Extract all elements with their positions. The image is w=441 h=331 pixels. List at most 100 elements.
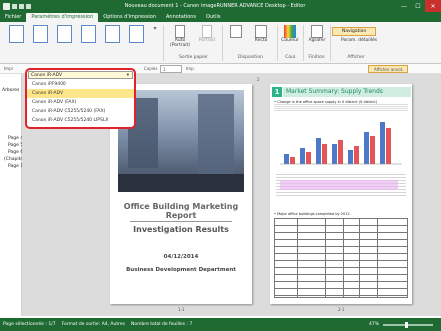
- page-auto-icon: [175, 25, 185, 38]
- gallery-scroll[interactable]: ▾: [150, 25, 160, 32]
- printer-option[interactable]: Canon iR-ADV C5255/5240 LIPSLX: [27, 116, 134, 125]
- color-icon: [284, 25, 296, 38]
- tab-print-settings[interactable]: Paramètres d'impression: [26, 13, 99, 22]
- staple-icon: [311, 25, 323, 38]
- printer-select[interactable]: Canon iR-ADV ▾: [28, 71, 133, 79]
- ribbon-tabs: Fichier Paramètres d'impression Options …: [0, 12, 441, 22]
- navigator-label: Arbores: [2, 88, 20, 93]
- tab-outils[interactable]: Outils: [201, 13, 225, 22]
- layout-button[interactable]: [227, 25, 245, 38]
- printer-option[interactable]: Canon iR-ADV (FAX): [27, 98, 134, 107]
- printer-dropdown[interactable]: Canon iR-ADV ▾ Canon iPF9400 Canon iR-AD…: [25, 68, 136, 129]
- chevron-down-icon: ▾: [126, 72, 129, 78]
- body-text: [274, 104, 408, 112]
- tab-annotations[interactable]: Annotations: [161, 13, 201, 22]
- preview-page-2[interactable]: 1 Market Summary: Supply Trends • Change…: [270, 84, 412, 304]
- window-title: Nouveau document 1 - Canon imageRUNNER A…: [124, 3, 306, 9]
- finition-label: Finition: [308, 55, 325, 60]
- cover-department: Business Development Department: [126, 267, 236, 273]
- copies-value: 1: [163, 67, 166, 72]
- building-shape: [198, 94, 234, 174]
- printer-option[interactable]: Canon iPF9400: [27, 80, 134, 89]
- save-quick-icon[interactable]: [12, 3, 17, 9]
- color-button[interactable]: Couleur: [281, 25, 299, 43]
- printer-option[interactable]: Canon iR-ADV C5255/5240 (FAX): [27, 107, 134, 116]
- table-column: [325, 219, 326, 297]
- divider: [130, 221, 232, 222]
- preset-icon: [8, 25, 24, 43]
- printer-label: Impr: [4, 66, 14, 71]
- orientation-portrait-button[interactable]: Portrait: [195, 25, 219, 43]
- table-column: [297, 219, 298, 297]
- status-format: Format de sortie: A4, Autres: [61, 322, 125, 327]
- preset-button-6[interactable]: [126, 25, 146, 43]
- minimize-button[interactable]: —: [397, 0, 411, 12]
- tree-item-page4[interactable]: Page 4: [8, 136, 23, 141]
- navigation-label: Navigation: [342, 29, 367, 34]
- preset-icon-4: [80, 25, 96, 43]
- app-icon: [3, 2, 10, 10]
- separator: [222, 25, 223, 61]
- redo-quick-icon[interactable]: [26, 3, 31, 9]
- staple-label: Agrafer: [308, 38, 326, 43]
- preset-button-4[interactable]: [78, 25, 98, 43]
- tab-print-options[interactable]: Options d'impression: [98, 13, 161, 22]
- status-pages: Page sélectionnée : 1/7: [3, 322, 56, 327]
- coul-label: Coul.: [285, 55, 297, 60]
- tab-fichier[interactable]: Fichier: [0, 13, 26, 22]
- print-button[interactable]: Imp.: [186, 65, 208, 73]
- duplex-icon: [255, 25, 267, 38]
- separator: [330, 25, 331, 61]
- editor-window: Nouveau document 1 - Canon imageRUNNER A…: [0, 0, 441, 331]
- printer-option[interactable]: Canon iR-ADV: [27, 89, 134, 98]
- preset-icon-2: [32, 25, 48, 43]
- preset-button-5[interactable]: [102, 25, 122, 43]
- print-label: Imp.: [186, 66, 195, 71]
- zoom-slider[interactable]: [383, 321, 433, 328]
- copies-input[interactable]: 1: [160, 65, 182, 73]
- orientation-portrait-label: Portrait: [198, 38, 216, 43]
- undo-quick-icon[interactable]: [19, 3, 24, 9]
- tree-item-page6[interactable]: Page 6: [8, 150, 23, 155]
- table-column: [343, 219, 344, 297]
- zoom-level: 47%: [368, 322, 379, 327]
- layout-icon: [230, 25, 242, 38]
- detailed-settings-label: Param. détaillés: [341, 38, 378, 43]
- preset-icon-6: [128, 25, 144, 43]
- show-annotations-label: Afficher annot.: [374, 67, 404, 72]
- detailed-settings-button[interactable]: Param. détaillés: [332, 38, 382, 43]
- close-button[interactable]: ✕: [425, 0, 441, 12]
- preset-button-3[interactable]: [54, 25, 74, 43]
- page-2-footer: 2-1: [338, 307, 345, 312]
- title-bar: Nouveau document 1 - Canon imageRUNNER A…: [0, 0, 441, 12]
- zoom-slider-handle[interactable]: [405, 321, 408, 328]
- navigation-button[interactable]: Navigation: [332, 27, 376, 36]
- bar-chart: [280, 122, 402, 165]
- section-heading: Market Summary: Supply Trends: [283, 87, 411, 97]
- status-sheets: Nombre total de feuilles : 7: [130, 322, 193, 327]
- orientation-auto-label: Auto (Portrait): [169, 38, 191, 48]
- cover-title: Office Building Marketing Report: [123, 202, 239, 220]
- plaza-shape: [118, 174, 244, 192]
- maximize-button[interactable]: ☐: [411, 0, 425, 12]
- page-1-footer: 1-1: [178, 307, 185, 312]
- cover-date: 04/12/2014: [163, 254, 199, 260]
- orientation-auto-button[interactable]: Auto (Portrait): [168, 25, 192, 48]
- section-number: 1: [272, 87, 282, 97]
- buildings-table: [274, 218, 408, 298]
- preset-icon-3: [56, 25, 72, 43]
- cover-photo: [118, 90, 244, 192]
- tree-item-page5[interactable]: Page 5: [8, 143, 23, 148]
- table-column: [359, 219, 360, 297]
- separator: [277, 25, 278, 61]
- page-2-number: 2: [257, 77, 260, 82]
- preset-button-2[interactable]: [30, 25, 50, 43]
- copies-label: Copies: [144, 66, 158, 71]
- ribbon: ▾ Auto (Portrait) Portrait Sortie papier…: [0, 22, 441, 64]
- show-annotations-button[interactable]: Afficher annot.: [368, 65, 408, 73]
- preset-button[interactable]: [6, 25, 26, 43]
- staple-button[interactable]: Agrafer: [306, 25, 328, 43]
- page-portrait-icon: [202, 25, 212, 38]
- duplex-button[interactable]: Recto: [250, 25, 272, 43]
- tree-item-page1[interactable]: Page 1: [8, 164, 23, 169]
